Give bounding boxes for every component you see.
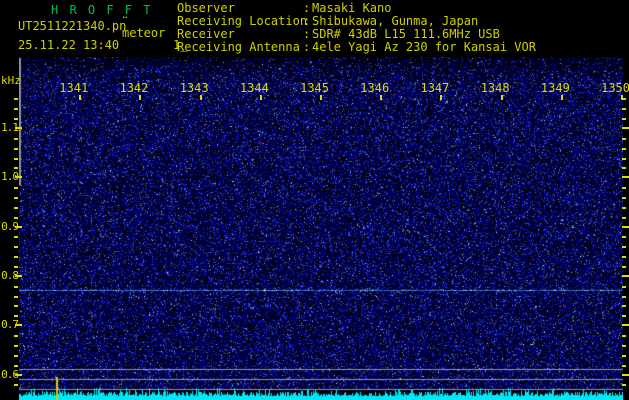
freq-minor-tick-right	[622, 365, 626, 367]
hrofft-screen: H R O F F T Observer:Masaki KanoReceivin…	[0, 0, 629, 400]
time-tick-mark	[139, 95, 141, 100]
info-separator: :	[303, 41, 312, 54]
freq-minor-tick-right	[622, 335, 626, 337]
freq-minor-tick-right	[622, 305, 626, 307]
time-tick-label: 1348	[474, 81, 510, 95]
freq-minor-tick-left	[14, 167, 18, 169]
frequency-axis-unit-label: kHz	[1, 74, 21, 87]
freq-minor-tick-right	[622, 246, 626, 248]
freq-minor-tick-left	[14, 138, 18, 140]
freq-minor-tick-left	[14, 118, 18, 120]
time-tick-mark	[79, 95, 81, 100]
freq-minor-tick-left	[14, 187, 18, 189]
freq-major-tick-left	[15, 226, 22, 228]
freq-minor-tick-left	[14, 345, 18, 347]
freq-minor-tick-left	[14, 305, 18, 307]
time-tick-label: 1350	[594, 81, 629, 95]
freq-minor-tick-right	[622, 355, 626, 357]
time-tick-mark	[200, 95, 202, 100]
time-tick-mark	[320, 95, 322, 100]
freq-minor-tick-right	[622, 148, 626, 150]
freq-minor-tick-left	[14, 296, 18, 298]
freq-major-tick-right	[622, 176, 629, 178]
freq-minor-tick-left	[14, 108, 18, 110]
time-tick-label: 1347	[413, 81, 449, 95]
freq-minor-tick-left	[14, 355, 18, 357]
freq-minor-tick-right	[622, 187, 626, 189]
freq-minor-tick-right	[622, 345, 626, 347]
mode-label: meteor	[122, 26, 165, 40]
freq-minor-tick-left	[14, 256, 18, 258]
time-tick-label: 1349	[534, 81, 570, 95]
freq-minor-tick-left	[14, 148, 18, 150]
freq-minor-tick-right	[622, 108, 626, 110]
freq-minor-tick-right	[622, 98, 626, 100]
time-tick-label: 1343	[173, 81, 209, 95]
time-tick-label: 1344	[233, 81, 269, 95]
freq-minor-tick-right	[622, 207, 626, 209]
freq-minor-tick-right	[622, 197, 626, 199]
freq-minor-tick-right	[622, 138, 626, 140]
freq-minor-tick-left	[14, 197, 18, 199]
time-tick-mark	[501, 95, 503, 100]
datetime-text: 25.11.22 13:40	[18, 38, 119, 52]
time-tick-label: 1345	[293, 81, 329, 95]
freq-minor-tick-left	[14, 236, 18, 238]
info-value: 4ele Yagi Az 230 for Kansai VOR	[312, 41, 536, 54]
time-tick-mark	[561, 95, 563, 100]
freq-minor-tick-left	[14, 384, 18, 386]
freq-major-tick-left	[15, 374, 22, 376]
time-tick-label: 1342	[112, 81, 148, 95]
freq-minor-tick-right	[622, 236, 626, 238]
freq-minor-tick-left	[14, 266, 18, 268]
freq-minor-tick-right	[622, 256, 626, 258]
freq-minor-tick-right	[622, 158, 626, 160]
spectrogram-canvas	[19, 57, 623, 400]
freq-minor-tick-right	[622, 384, 626, 386]
freq-minor-tick-right	[622, 286, 626, 288]
freq-minor-tick-left	[14, 217, 18, 219]
freq-minor-tick-left	[14, 286, 18, 288]
header-info-block: Observer:Masaki KanoReceiving Location:S…	[177, 2, 536, 54]
freq-minor-tick-right	[622, 296, 626, 298]
freq-major-tick-left	[15, 324, 22, 326]
header-info-row: Receiving Antenna:4ele Yagi Az 230 for K…	[177, 41, 536, 54]
freq-minor-tick-left	[14, 207, 18, 209]
freq-minor-tick-left	[14, 335, 18, 337]
time-tick-label: 1341	[52, 81, 88, 95]
freq-major-tick-left	[15, 275, 22, 277]
counter-text: 1_	[173, 38, 187, 52]
app-title: H R O F F T	[51, 3, 152, 17]
freq-minor-tick-left	[14, 158, 18, 160]
time-tick-mark	[260, 95, 262, 100]
freq-minor-tick-left	[14, 365, 18, 367]
info-label: Receiving Antenna	[177, 41, 303, 54]
freq-minor-tick-left	[14, 246, 18, 248]
filename-text: UT2511221340.pn	[18, 19, 126, 33]
freq-major-tick-right	[622, 374, 629, 376]
freq-minor-tick-right	[622, 315, 626, 317]
time-tick-label: 1346	[353, 81, 389, 95]
freq-major-tick-right	[622, 324, 629, 326]
freq-major-tick-left	[15, 176, 22, 178]
freq-major-tick-right	[622, 226, 629, 228]
time-tick-mark	[380, 95, 382, 100]
freq-minor-tick-right	[622, 167, 626, 169]
freq-major-tick-right	[622, 275, 629, 277]
time-tick-mark	[440, 95, 442, 100]
freq-major-tick-left	[15, 127, 22, 129]
freq-minor-tick-left	[14, 98, 18, 100]
freq-minor-tick-left	[14, 315, 18, 317]
freq-minor-tick-right	[622, 118, 626, 120]
freq-major-tick-right	[622, 127, 629, 129]
freq-minor-tick-right	[622, 266, 626, 268]
freq-minor-tick-right	[622, 217, 626, 219]
